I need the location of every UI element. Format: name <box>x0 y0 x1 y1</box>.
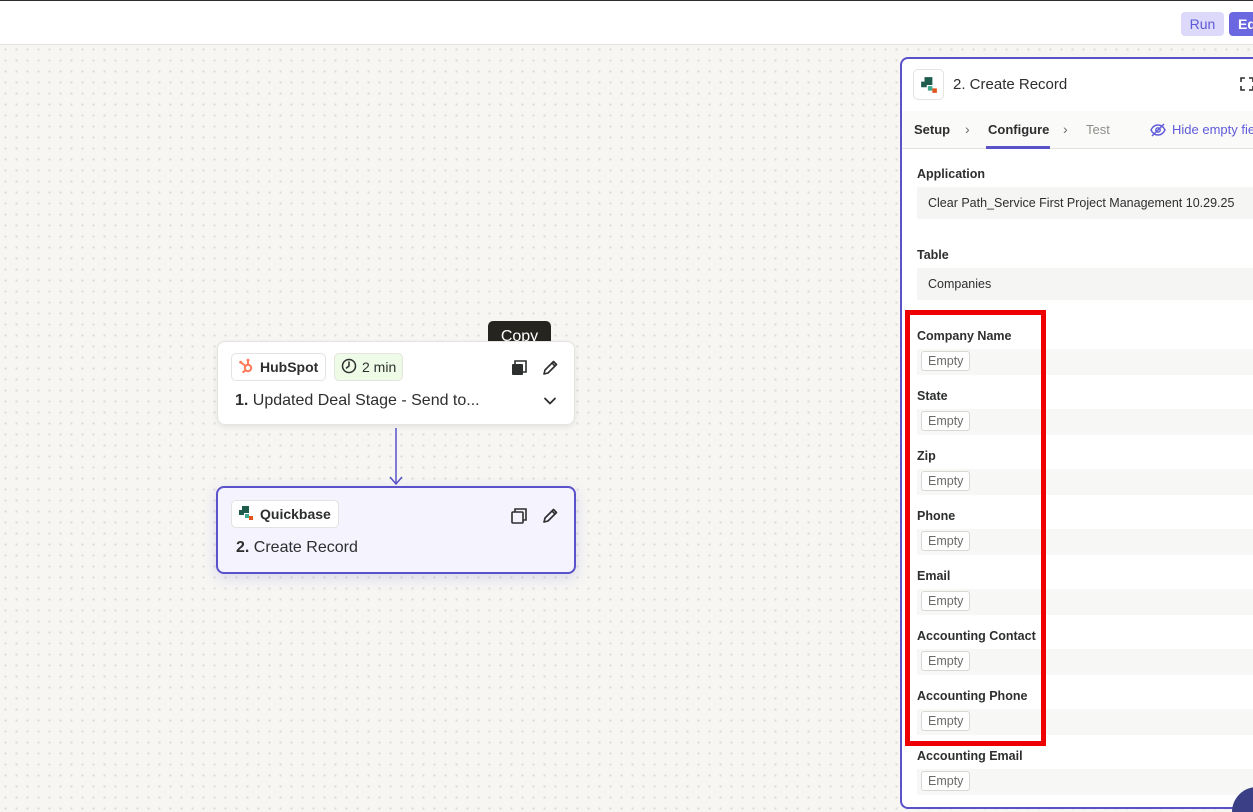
duration-badge: 2 min <box>334 353 404 381</box>
chevron-down-icon <box>544 397 556 405</box>
expand-step-button[interactable] <box>539 390 561 412</box>
step-number: 2. <box>236 539 250 556</box>
field-value-accounting-phone[interactable]: Empty <box>917 709 1253 735</box>
field-label-accounting-contact: Accounting Contact <box>917 629 1036 643</box>
quickbase-logo-icon <box>913 69 944 100</box>
active-tab-indicator <box>986 146 1050 149</box>
application-value[interactable]: Clear Path_Service First Project Managem… <box>917 187 1253 219</box>
expand-icon[interactable] <box>1240 77 1253 91</box>
tab-setup[interactable]: Setup <box>914 122 950 137</box>
field-label-phone: Phone <box>917 509 956 523</box>
step-config-panel: 2. Create Record Setup › Configure › Tes… <box>900 57 1253 809</box>
field-value-phone[interactable]: Empty <box>917 529 1253 555</box>
field-label-zip: Zip <box>917 449 936 463</box>
table-label: Table <box>917 248 949 262</box>
copy-icon <box>511 508 527 524</box>
copy-step-button[interactable] <box>508 505 530 527</box>
hide-empty-fields-toggle[interactable]: Hide empty fie <box>1150 122 1253 137</box>
field-value-state[interactable]: Empty <box>917 409 1253 435</box>
app-name: HubSpot <box>260 359 319 375</box>
step-title: 1. Updated Deal Stage - Send to... <box>235 392 480 410</box>
chevron-right-icon: › <box>1063 121 1068 137</box>
copy-icon <box>512 360 527 375</box>
step-title-text: Updated Deal Stage - Send to... <box>252 392 480 409</box>
field-label-email: Email <box>917 569 951 583</box>
field-value-zip[interactable]: Empty <box>917 469 1253 495</box>
application-label: Application <box>917 167 986 181</box>
clock-icon <box>341 358 357 377</box>
empty-badge: Empty <box>921 651 971 671</box>
hide-empty-label: Hide empty fie <box>1172 122 1253 137</box>
app-pill-hubspot: HubSpot <box>231 353 327 381</box>
field-value-email[interactable]: Empty <box>917 589 1253 615</box>
empty-badge: Empty <box>921 711 971 731</box>
edit-step-button[interactable] <box>539 505 561 527</box>
empty-badge: Empty <box>921 351 971 371</box>
field-value-accounting-contact[interactable]: Empty <box>917 649 1253 675</box>
field-label-state: State <box>917 389 948 403</box>
panel-tabs: Setup › Configure › Test Hide empty fie <box>902 111 1253 149</box>
empty-badge: Empty <box>921 411 971 431</box>
field-value-accounting-email[interactable]: Empty <box>917 769 1253 795</box>
app-name: Quickbase <box>260 506 331 522</box>
step-title: 2. Create Record <box>236 539 358 557</box>
chevron-right-icon: › <box>965 121 970 137</box>
edit-button[interactable]: Edit <box>1229 12 1253 36</box>
empty-badge: Empty <box>921 771 971 791</box>
field-label-company-name: Company Name <box>917 329 1012 343</box>
pencil-icon <box>543 360 558 375</box>
step-number: 1. <box>235 392 249 409</box>
copy-step-button[interactable] <box>508 357 530 379</box>
step-title-text: Create Record <box>253 539 358 556</box>
top-bar: Run Edit <box>0 0 1253 45</box>
table-value[interactable]: Companies <box>917 268 1253 300</box>
eye-slash-icon <box>1150 123 1166 136</box>
app-pill-quickbase: Quickbase <box>231 500 339 528</box>
field-value-company-name[interactable]: Empty <box>917 349 1253 375</box>
step-card-1[interactable]: HubSpot 2 min 1. Updated Deal Stage - Se… <box>217 341 575 425</box>
empty-badge: Empty <box>921 471 971 491</box>
panel-title: 2. Create Record <box>953 76 1068 93</box>
field-label-accounting-phone: Accounting Phone <box>917 689 1028 703</box>
run-button[interactable]: Run <box>1181 12 1224 36</box>
empty-badge: Empty <box>921 531 971 551</box>
quickbase-logo-icon <box>238 505 254 524</box>
step-connector-arrow <box>389 428 403 486</box>
pencil-icon <box>543 508 558 523</box>
empty-badge: Empty <box>921 591 971 611</box>
field-label-accounting-email: Accounting Email <box>917 749 1023 763</box>
hubspot-sprocket-icon <box>238 358 254 377</box>
panel-header: 2. Create Record <box>902 59 1253 111</box>
tab-test[interactable]: Test <box>1086 122 1110 137</box>
tab-configure[interactable]: Configure <box>988 122 1049 137</box>
duration-text: 2 min <box>362 359 397 375</box>
step-card-2[interactable]: Quickbase 2. Create Record <box>216 486 576 574</box>
edit-step-button[interactable] <box>539 357 561 379</box>
